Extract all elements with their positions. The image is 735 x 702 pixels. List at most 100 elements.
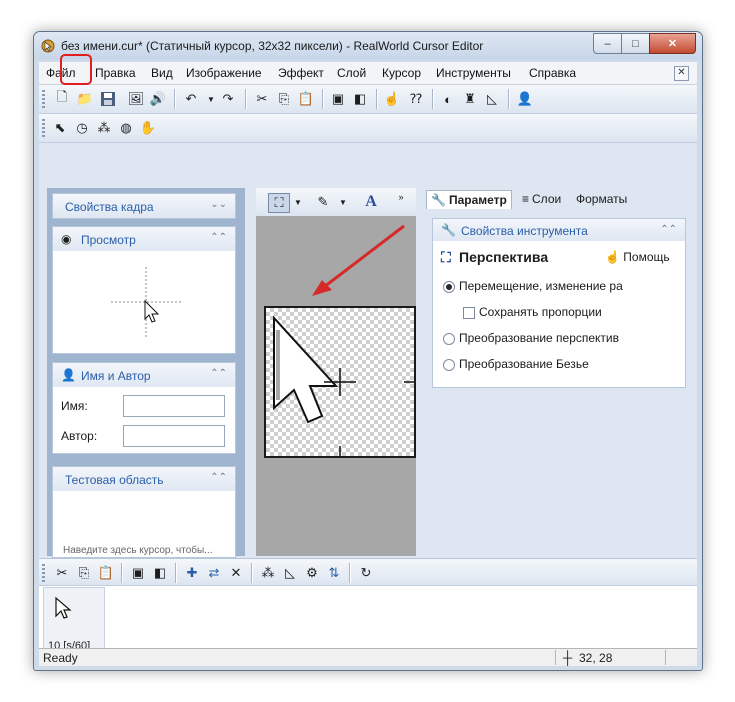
new-file-icon[interactable]: 🗋 <box>53 89 71 108</box>
menu-edit[interactable]: Правка <box>95 66 136 80</box>
chevron-up-icon[interactable]: ⌃⌃ <box>210 472 227 483</box>
menu-layer[interactable]: Слой <box>337 66 366 80</box>
undo-dropdown-icon[interactable]: ▼ <box>202 90 220 108</box>
bezier-radio[interactable] <box>443 359 455 371</box>
close-button[interactable]: ✕ <box>649 33 696 54</box>
maximize-button[interactable]: □ <box>621 33 650 54</box>
move-frame-icon[interactable]: ⇄ <box>205 564 223 582</box>
toolbar-separator <box>432 89 434 109</box>
cursor-toolbar: ⬉ ◷ ⁂ ◍ ✋ <box>39 114 697 143</box>
hand-grab-icon[interactable]: ✋ <box>139 119 157 137</box>
menu-image[interactable]: Изображение <box>186 66 262 80</box>
toolbar-separator <box>322 89 324 109</box>
copy-frame-icon[interactable]: ⎘ <box>75 564 93 582</box>
client-area: Файл Правка Вид Изображение Эффект Слой … <box>39 62 697 666</box>
toolbar-grip[interactable] <box>42 90 45 108</box>
chevron-up-icon[interactable]: ⌃⌃ <box>660 224 677 235</box>
help-cursor-icon[interactable]: ⁇ <box>407 90 425 108</box>
preview-header[interactable]: ◉ Просмотр ⌃⌃ <box>53 227 235 251</box>
frame-cursor-image <box>55 596 72 619</box>
toolbar-grip[interactable] <box>42 564 45 582</box>
sound-icon[interactable]: 🔊 <box>149 90 167 108</box>
name-field[interactable] <box>123 395 225 417</box>
pencil-icon[interactable]: ✎ <box>314 193 332 211</box>
duplicate-frame-icon[interactable]: ◧ <box>151 564 169 582</box>
chevron-up-icon[interactable]: ⌃⌃ <box>210 368 227 379</box>
busy-cursor-icon[interactable]: ◷ <box>73 119 91 137</box>
filter-icon[interactable]: ♜ <box>461 90 479 108</box>
hand-cursor-icon[interactable]: ☝ <box>383 90 401 108</box>
open-folder-icon[interactable]: 📁 <box>76 90 94 108</box>
bezier-label[interactable]: Преобразование Безье <box>459 357 589 371</box>
help-link[interactable]: ☝ Помощь <box>605 250 670 264</box>
test-area-header[interactable]: Тестовая область ⌃⌃ <box>53 467 235 491</box>
move-resize-label[interactable]: Перемещение, изменение ра <box>459 279 681 293</box>
undo-icon[interactable]: ↶ <box>182 90 200 108</box>
overflow-chevron-icon[interactable]: » <box>392 188 410 206</box>
menu-view[interactable]: Вид <box>151 66 173 80</box>
sort-frames-icon[interactable]: ⇅ <box>325 564 343 582</box>
perspective-radio[interactable] <box>443 333 455 345</box>
add-frame-icon[interactable]: ✚ <box>183 564 201 582</box>
save-icon[interactable] <box>99 90 117 108</box>
status-separator <box>665 650 666 665</box>
frame-properties-header[interactable]: Свойства кадра ⌄⌄ <box>53 194 235 218</box>
redo-icon[interactable]: ↷ <box>219 90 237 108</box>
name-author-header[interactable]: 👤 Имя и Автор ⌃⌃ <box>53 363 235 387</box>
delete-frame-icon[interactable]: ✕ <box>227 564 245 582</box>
layer-add-icon[interactable]: ▣ <box>329 90 347 108</box>
layer-copy-icon[interactable]: ◧ <box>351 90 369 108</box>
name-author-section: 👤 Имя и Автор ⌃⌃ Имя: Автор: <box>52 362 236 454</box>
right-panel: 🔧 Параметр ≡ Слои Форматы 🔧 Свойства инс… <box>422 188 697 556</box>
tab-layers[interactable]: ≡ Слои <box>518 190 565 208</box>
paste-frame-icon[interactable]: 📋 <box>97 564 115 582</box>
toolbar-separator <box>175 563 177 583</box>
tool-dropdown-icon[interactable]: ▼ <box>289 193 307 211</box>
author-field[interactable] <box>123 425 225 447</box>
menu-cursor[interactable]: Курсор <box>382 66 421 80</box>
tool-properties-panel: 🔧 Свойства инструмента ⌃⌃ ⛶ Перспектива … <box>432 218 686 388</box>
lifebuoy-cursor-icon[interactable]: ◍ <box>117 119 135 137</box>
refresh-icon[interactable]: ↻ <box>357 564 375 582</box>
frames-toolbar: ✂ ⎘ 📋 ▣ ◧ ✚ ⇄ ✕ ⁂ ◺ ⚙ ⇅ ↻ <box>39 559 697 586</box>
perspective-tool-icon[interactable]: ⛶ <box>268 193 290 213</box>
spinner-cursor-icon[interactable]: ⁂ <box>95 119 113 137</box>
tab-parameters[interactable]: 🔧 Параметр <box>426 190 512 209</box>
cut-icon[interactable]: ✂ <box>253 90 271 108</box>
user-icon[interactable]: 👤 <box>516 90 534 108</box>
keep-proportions-checkbox[interactable] <box>463 307 475 319</box>
menu-tools[interactable]: Инструменты <box>436 66 511 80</box>
cut-frame-icon[interactable]: ✂ <box>53 564 71 582</box>
frame-properties-section: Свойства кадра ⌄⌄ <box>52 193 236 219</box>
move-resize-radio[interactable] <box>443 281 455 293</box>
ruler-icon[interactable]: ◺ <box>483 90 501 108</box>
tab-formats[interactable]: Форматы <box>572 190 631 208</box>
title-bar: без имени.cur* (Статичный курсор, 32x32 … <box>34 32 702 60</box>
chevron-down-icon[interactable]: ⌄⌄ <box>210 199 227 210</box>
pencil-dropdown-icon[interactable]: ▼ <box>334 193 352 211</box>
toolbar-grip[interactable] <box>42 119 45 137</box>
insert-frame-icon[interactable]: ▣ <box>129 564 147 582</box>
menu-help[interactable]: Справка <box>529 66 576 80</box>
text-tool-icon[interactable]: A <box>362 193 380 211</box>
keep-proportions-label[interactable]: Сохранять пропорции <box>479 305 602 319</box>
perspective-label[interactable]: Преобразование перспектив <box>459 331 681 345</box>
export-icon[interactable]: 🖼 <box>127 90 145 108</box>
copy-icon[interactable]: ⎘ <box>275 90 293 108</box>
chevron-up-icon[interactable]: ⌃⌃ <box>210 232 227 243</box>
contrast-icon[interactable]: ◐ <box>439 90 457 108</box>
minimize-button[interactable]: – <box>593 33 622 54</box>
menu-effect[interactable]: Эффект <box>278 66 324 80</box>
effect-frame-icon[interactable]: ⁂ <box>259 564 277 582</box>
drawing-canvas[interactable] <box>264 306 416 458</box>
paste-icon[interactable]: 📋 <box>297 90 315 108</box>
test-area-title: Тестовая область <box>65 473 164 487</box>
tool-properties-header[interactable]: 🔧 Свойства инструмента ⌃⌃ <box>433 219 685 241</box>
perspective-icon: ⛶ <box>441 249 451 265</box>
wrench-icon: 🔧 <box>441 223 456 237</box>
ruler-frame-icon[interactable]: ◺ <box>281 564 299 582</box>
help-label: Помощь <box>623 250 670 264</box>
mdi-close-button[interactable]: ✕ <box>674 66 689 81</box>
settings-frame-icon[interactable]: ⚙ <box>303 564 321 582</box>
arrow-cursor-icon[interactable]: ⬉ <box>51 119 69 137</box>
